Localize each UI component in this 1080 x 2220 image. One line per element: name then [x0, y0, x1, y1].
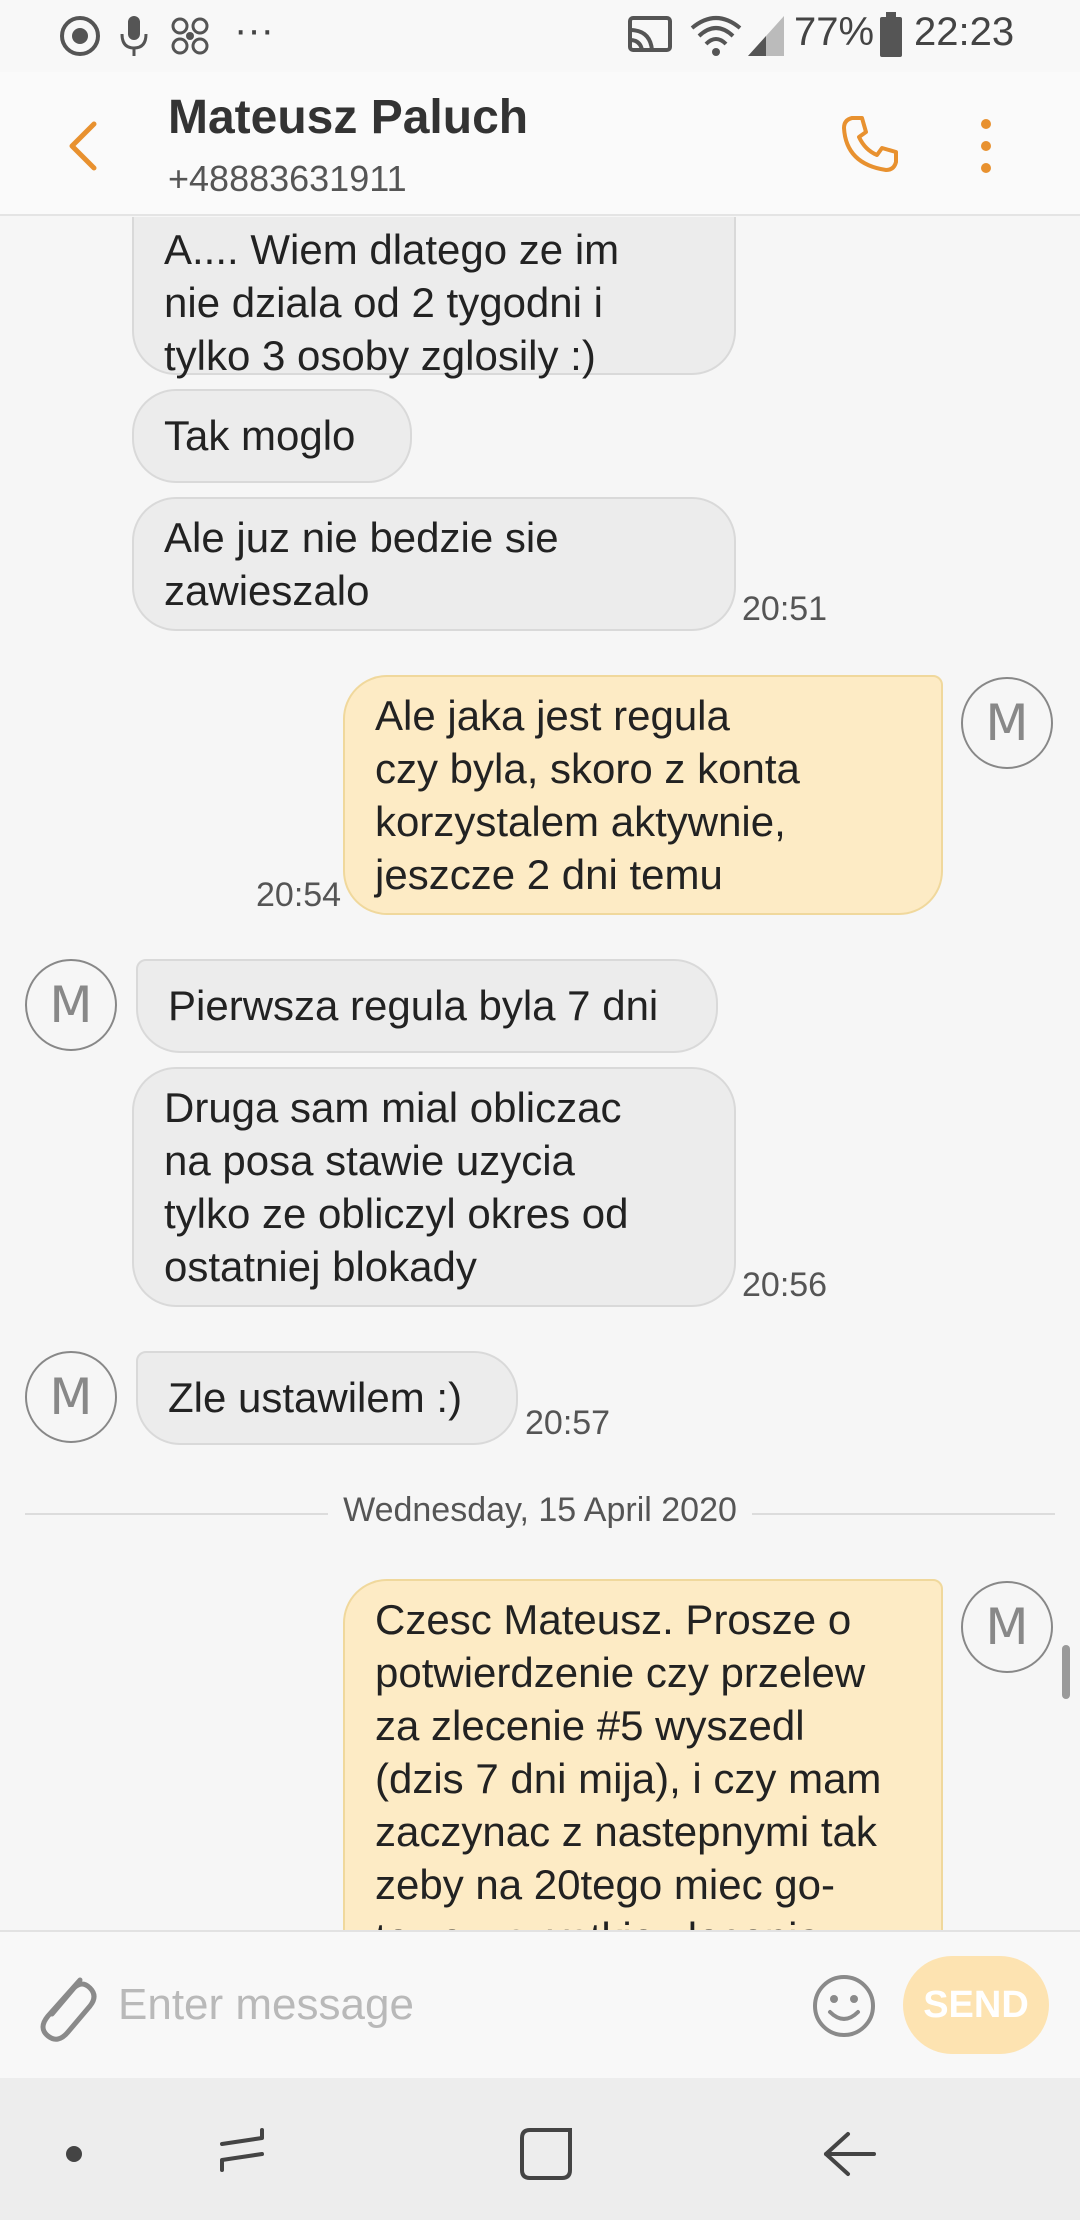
date-divider-line: [752, 1513, 1055, 1515]
contact-number: +48883631911: [168, 158, 407, 199]
wifi-icon: [690, 16, 742, 56]
nav-dot-button[interactable]: [34, 2114, 114, 2194]
incoming-message-bubble[interactable]: Pierwsza regula byla 7 dni: [136, 959, 718, 1053]
paperclip-icon[interactable]: [32, 1966, 100, 2046]
recent-apps-icon: [220, 2128, 264, 2172]
message-composer: SEND: [0, 1930, 1080, 2078]
incoming-message-bubble[interactable]: A.... Wiem dlatego ze im nie dziala od 2…: [132, 217, 736, 379]
message-time: 20:57: [525, 1404, 611, 1442]
cast-icon: [628, 16, 672, 52]
send-button[interactable]: SEND: [903, 1956, 1049, 2054]
back-arrow-icon[interactable]: [58, 116, 108, 176]
incoming-message-bubble[interactable]: Druga sam mial obliczac na posa stawie u…: [132, 1067, 736, 1307]
contact-avatar[interactable]: M: [961, 1581, 1053, 1673]
scrollbar-thumb[interactable]: [1062, 1645, 1070, 1699]
contact-name[interactable]: Mateusz Paluch: [168, 90, 528, 145]
battery-icon: [880, 12, 902, 57]
microphone-icon: [120, 16, 148, 56]
fan-icon: [171, 17, 209, 55]
more-vert-icon[interactable]: [976, 116, 996, 176]
screen-recorder-icon: [60, 16, 100, 56]
conversation-header: Mateusz Paluch +48883631911: [0, 72, 1080, 216]
phone-icon[interactable]: [838, 112, 902, 176]
message-input[interactable]: [118, 1962, 778, 2048]
incoming-message-bubble[interactable]: Zle ustawilem :): [136, 1351, 518, 1445]
back-button[interactable]: [810, 2114, 890, 2194]
outgoing-message-bubble[interactable]: Ale jaka jest regula czy byla, skoro z k…: [343, 675, 943, 915]
home-square-icon: [520, 2128, 572, 2180]
message-time: 20:54: [256, 876, 342, 914]
dot-icon: [66, 2146, 82, 2162]
message-time: 20:51: [742, 590, 828, 628]
back-icon: [824, 2132, 876, 2176]
contact-avatar[interactable]: M: [961, 677, 1053, 769]
home-button[interactable]: [506, 2114, 586, 2194]
battery-percent: 77%: [794, 10, 875, 54]
signal-icon: [748, 16, 784, 56]
clock: 22:23: [914, 10, 1015, 54]
outgoing-message-bubble[interactable]: Czesc Mateusz. Prosze o potwierdzenie cz…: [343, 1579, 943, 1930]
contact-avatar[interactable]: M: [25, 1351, 117, 1443]
recent-apps-button[interactable]: [204, 2114, 284, 2194]
date-separator: Wednesday, 15 April 2020: [343, 1491, 737, 1529]
message-time: 20:56: [742, 1266, 828, 1304]
contact-avatar[interactable]: M: [25, 959, 117, 1051]
more-notifications-icon: ···: [234, 8, 274, 52]
status-bar: ··· 77% 22:23: [0, 0, 1080, 72]
incoming-message-bubble[interactable]: Tak moglo: [132, 389, 412, 483]
incoming-message-bubble[interactable]: Ale juz nie bedzie sie zawieszalo: [132, 497, 736, 631]
smiley-icon[interactable]: [810, 1972, 878, 2040]
navigation-bar: [0, 2078, 1080, 2220]
message-list[interactable]: A.... Wiem dlatego ze im nie dziala od 2…: [0, 217, 1080, 1930]
